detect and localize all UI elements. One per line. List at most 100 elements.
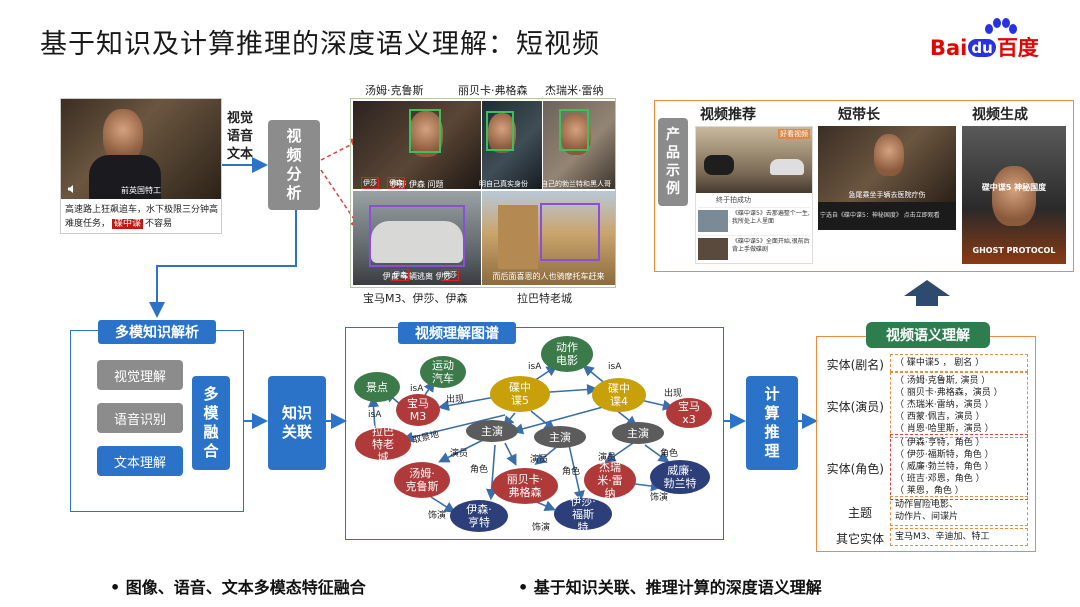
edge-lead1-rebecca: [504, 442, 517, 466]
role-4: （ 班吉·邓恩，角色 ）: [895, 474, 985, 484]
edge-label-role2: 角色: [562, 467, 581, 477]
short-bar: 宁选自《碟中谍5：神秘国度》 点击立即观看: [820, 212, 940, 219]
node-mi5: 碟中谍5: [490, 376, 550, 412]
gen-line1: 碟中谍5 神秘国度: [981, 183, 1047, 192]
short-frame: 急尾乘坐手辆去医院疗伤: [818, 126, 956, 202]
node-jeremy: 杰瑞米·雷纳: [584, 461, 636, 500]
rec-caption: 终于拍成功: [716, 196, 751, 204]
role-1: （ 伊森·亨特，角色 ）: [895, 438, 985, 448]
product-col-gen: 视频生成: [972, 107, 1028, 123]
edge-label-isA1: isA: [528, 362, 542, 372]
face-box-2: [486, 111, 514, 151]
role-2: （ 伊莎·福斯特，角色 ）: [895, 450, 994, 460]
face-tag-ilsa: 伊莎: [361, 177, 379, 189]
edge-label-star1: 演员: [450, 449, 469, 459]
theme-label: 主题: [847, 506, 872, 520]
rec-item-1: 《碟中谍5》去那遍整个一生,我所处上人里面: [698, 207, 810, 233]
mm-fusion-label: 多模融合: [203, 385, 219, 460]
theme-2: 动作片、间谍片: [895, 512, 959, 522]
product-col-short: 短带长: [838, 107, 880, 123]
actor-1: （ 汤姆·克鲁斯, 演员 ）: [895, 376, 991, 386]
role-box: （ 伊森·亨特，角色 ） （ 伊莎·福斯特，角色 ） （ 威廉·勃兰特，角色 ）…: [890, 434, 1028, 500]
theme-1: 动作冒险电影、: [895, 500, 959, 510]
text-understanding: 文本理解: [97, 446, 183, 476]
gen-face: [992, 166, 1036, 226]
face-name-2: 丽贝卡·弗格森: [458, 84, 528, 97]
short-card: 急尾乘坐手辆去医院疗伤 宁选自《碟中谍5：神秘国度》 点击立即观看: [818, 126, 956, 230]
edge-label-act1: 饰演: [428, 511, 447, 521]
role-3: （ 威廉·勃兰特，角色 ）: [895, 462, 994, 472]
edge-label-role3: 角色: [660, 449, 679, 459]
city-wall: [498, 205, 538, 269]
object-tag-ilsa: 伊莎: [441, 269, 459, 281]
drama-box: （ 碟中谍5 ， 剧名 ）: [890, 354, 1028, 372]
bullet-1: • 图像、语音、文本多模态特征融合: [110, 578, 366, 597]
node-ilsa: 伊莎·福斯特: [554, 495, 612, 534]
edge-label-isA3: isA: [410, 384, 424, 394]
actor-2: （ 丽贝卡·弗格森，演员 ）: [895, 388, 1003, 398]
actor-label: 实体(演员): [826, 400, 884, 414]
rec-item-text-1: 《碟中谍5》去那遍整个一生,我所处上人里面: [732, 210, 810, 225]
bullet-2: • 基于知识关联、推理计算的深度语义理解: [518, 578, 822, 597]
knowledge-link-label: 知识关联: [281, 404, 312, 441]
face-frame-1: 伊莎 伊森 问题 伊莎 伊森: [353, 101, 481, 189]
gen-line2: GHOST PROTOCOL: [972, 246, 1056, 255]
edge-label-act2: 饰演: [532, 523, 551, 533]
object-frame-city: 而后面喜恩的人也骑摩托车赶来: [482, 191, 615, 285]
role-label: 实体(角色): [826, 462, 884, 476]
node-sport-car: 运动汽车: [420, 356, 466, 388]
rec-badge: 好看视频: [778, 129, 810, 139]
rec-car: [770, 159, 804, 175]
face-recognition-panel: 伊莎 伊森 问题 伊莎 伊森 明自己真实身份 自己的勃兰特和黑人哥 伊森 车辆逃…: [350, 98, 616, 288]
face-box-3: [559, 109, 589, 151]
other-box: 宝马M3、辛迪加、特工: [890, 528, 1028, 546]
rec-item-2: 《碟中谍5》全面开始,很前后背上手做碟剧: [698, 235, 810, 261]
actor-4: （ 西蒙·佩吉，演员 ）: [895, 412, 985, 422]
visual-understanding: 视觉理解: [97, 360, 183, 390]
rec-card: 好看视频 终于拍成功 《碟中谍5》去那遍整个一生,我所处上人里面 《碟中谍5》全…: [695, 126, 813, 264]
actor-box: （ 汤姆·克鲁斯, 演员 ） （ 丽贝卡·弗格森，演员 ） （ 杰瑞米·雷纳，演…: [890, 372, 1028, 438]
rec-frame: 好看视频: [696, 127, 812, 193]
drama-value: （ 碟中谍5 ， 剧名 ）: [895, 358, 985, 368]
short-face: [874, 134, 904, 176]
speech-recognition: 语音识别: [97, 403, 183, 433]
object-box-city: [540, 203, 600, 261]
other-value: 宝马M3、辛迪加、特工: [895, 532, 990, 542]
rec-thumb-1: [698, 210, 728, 232]
object-sub-1: 伊森 车辆逃离 伊莎: [382, 272, 452, 281]
short-sub: 急尾乘坐手辆去医院疗伤: [848, 191, 926, 199]
object-tag-ethan: 伊森: [391, 269, 409, 281]
node-ethan: 伊森·亨特: [450, 500, 508, 532]
node-mi4: 碟中谍4: [592, 378, 646, 412]
node-lead2: 主演: [534, 426, 586, 448]
rec-item-text-2: 《碟中谍5》全面开始,很前后背上手做碟剧: [732, 238, 810, 253]
node-tom: 汤姆·克鲁斯: [394, 462, 450, 498]
arrow-analysis-to-fusion: [149, 210, 297, 318]
edge-label-isA2: isA: [608, 362, 622, 372]
gen-card: 碟中谍5 神秘国度 GHOST PROTOCOL: [962, 126, 1066, 264]
knowledge-link-box: 知识关联: [268, 376, 326, 470]
mm-fusion-box: 多模融合: [192, 376, 230, 470]
node-lead3: 主演: [612, 422, 664, 444]
face-frame-2: [482, 101, 542, 189]
edge-label-appear1: 出现: [446, 395, 465, 405]
face-name-1: 汤姆·克鲁斯: [365, 84, 424, 97]
node-rebecca: 丽贝卡·弗格森: [492, 468, 558, 504]
up-arrow-icon: [904, 280, 950, 306]
face-sub-3: 自己的勃兰特和黑人哥: [541, 180, 611, 188]
drama-label: 实体(剧名): [826, 358, 884, 372]
face-frame-3: [543, 101, 615, 189]
edge-label-star3: 演员: [598, 453, 617, 463]
edge-label-role1: 角色: [470, 465, 489, 475]
edge-label-star2: 演员: [530, 455, 549, 465]
rec-bike: [704, 155, 734, 175]
node-william: 威廉·勃兰特: [650, 460, 710, 494]
mm-knowledge-header: 多模知识解析: [98, 320, 216, 344]
edge-label-act3: 饰演: [650, 493, 669, 503]
product-label-box: 产品示例: [658, 118, 688, 206]
product-label: 产品示例: [666, 127, 680, 197]
compute-reason-label: 计算推理: [764, 385, 780, 460]
compute-reason-box: 计算推理: [746, 376, 798, 470]
face-box-1: [409, 109, 441, 153]
face-tag-ethan: 伊森: [387, 177, 405, 189]
